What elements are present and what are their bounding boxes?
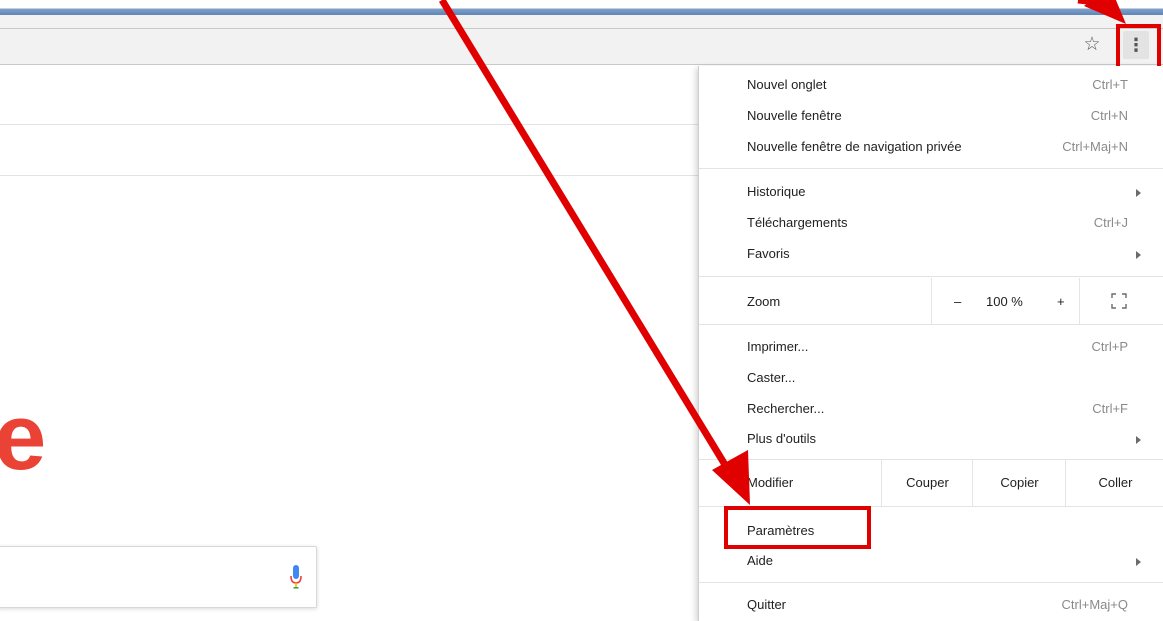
window-frame: [0, 0, 1163, 15]
fullscreen-cell[interactable]: [1079, 278, 1163, 324]
menu-item-label: Historique: [747, 184, 806, 199]
menu-item-shortcut: Ctrl+P: [1091, 339, 1128, 354]
menu-item-label: Téléchargements: [747, 215, 848, 230]
menu-item-new-window[interactable]: Nouvelle fenêtre Ctrl+N: [699, 104, 1146, 128]
microphone-icon[interactable]: [290, 563, 302, 591]
zoom-level: 100 %: [986, 294, 1023, 309]
submenu-arrow-icon: [1136, 436, 1141, 444]
menu-item-label: Plus d'outils: [747, 431, 816, 446]
copy-button[interactable]: Copier: [972, 460, 1066, 506]
paste-button[interactable]: Coller: [1065, 460, 1163, 506]
edit-label: Modifier: [747, 475, 794, 490]
menu-separator: [699, 582, 1163, 583]
menu-item-help[interactable]: Aide: [699, 549, 1146, 573]
logo-fragment: e: [0, 384, 47, 489]
menu-item-shortcut: Ctrl+T: [1092, 77, 1128, 92]
star-icon[interactable]: ☆: [1080, 34, 1104, 56]
menu-item-print[interactable]: Imprimer... Ctrl+P: [699, 335, 1146, 359]
menu-separator: [699, 276, 1163, 277]
cut-button[interactable]: Couper: [881, 460, 973, 506]
menu-item-label: Nouvel onglet: [747, 77, 827, 92]
menu-item-label: Quitter: [747, 597, 787, 612]
submenu-arrow-icon: [1136, 558, 1141, 566]
menu-item-shortcut: Ctrl+N: [1090, 108, 1128, 123]
menu-zoom-row: Zoom – 100 % +: [699, 278, 1163, 324]
menu-item-label: Rechercher...: [747, 401, 825, 416]
menu-item-find[interactable]: Rechercher... Ctrl+F: [699, 397, 1146, 421]
menu-item-bookmarks[interactable]: Favoris: [699, 242, 1146, 266]
submenu-arrow-icon: [1136, 189, 1141, 197]
search-input[interactable]: [0, 546, 317, 608]
menu-separator: [699, 324, 1163, 325]
menu-item-more-tools[interactable]: Plus d'outils: [699, 427, 1146, 451]
menu-item-shortcut: Ctrl+F: [1092, 401, 1128, 416]
browser-toolbar: ☆ ⋮: [0, 15, 1163, 65]
page-divider: [0, 124, 698, 125]
menu-item-label: Nouvelle fenêtre de navigation privée: [747, 139, 962, 154]
menu-item-new-tab[interactable]: Nouvel onglet Ctrl+T: [699, 73, 1146, 97]
zoom-label: Zoom: [747, 294, 781, 309]
arrow-to-settings: [439, 0, 730, 470]
menu-separator: [699, 168, 1163, 169]
menu-item-cast[interactable]: Caster...: [699, 366, 1146, 390]
address-bar[interactable]: [0, 28, 1163, 29]
fullscreen-icon[interactable]: [1111, 293, 1127, 309]
menu-item-new-incognito[interactable]: Nouvelle fenêtre de navigation privée Ct…: [699, 135, 1146, 159]
page-divider: [0, 175, 698, 176]
menu-item-shortcut: Ctrl+J: [1093, 215, 1128, 230]
zoom-in-button[interactable]: +: [1057, 290, 1065, 314]
menu-item-history[interactable]: Historique: [699, 180, 1146, 204]
menu-item-downloads[interactable]: Téléchargements Ctrl+J: [699, 211, 1146, 235]
menu-item-label: Aide: [747, 553, 774, 568]
submenu-arrow-icon: [1136, 251, 1141, 259]
menu-item-shortcut: Ctrl+Maj+N: [1062, 139, 1128, 154]
menu-item-label: Nouvelle fenêtre: [747, 108, 842, 123]
settings-highlight: [724, 506, 871, 549]
menu-item-shortcut: Ctrl+Maj+Q: [1061, 597, 1128, 612]
menu-item-label: Favoris: [747, 246, 790, 261]
menu-item-quit[interactable]: Quitter Ctrl+Maj+Q: [699, 593, 1146, 617]
menu-item-label: Caster...: [747, 370, 796, 385]
menu-edit-row: Modifier Couper Copier Coller: [699, 460, 1163, 506]
zoom-out-button[interactable]: –: [954, 290, 961, 314]
menu-item-label: Imprimer...: [747, 339, 809, 354]
